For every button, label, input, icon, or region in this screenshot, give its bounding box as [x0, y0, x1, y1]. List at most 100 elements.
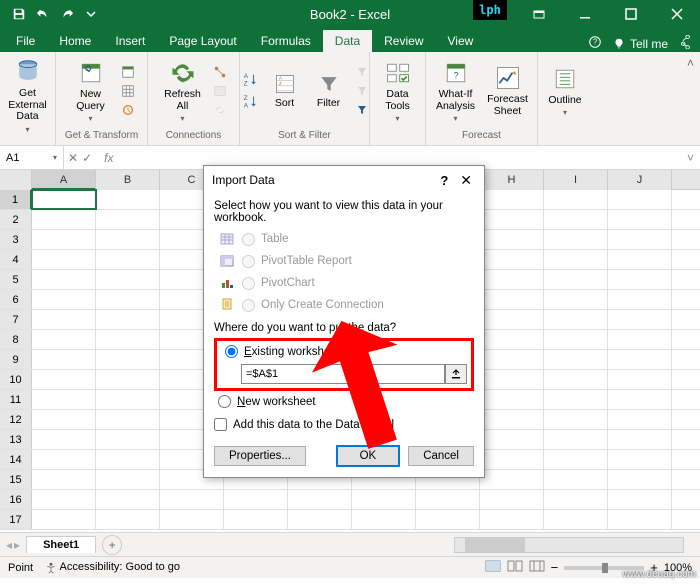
enter-formula-icon[interactable]: ✓ — [82, 151, 92, 165]
cell[interactable] — [96, 490, 160, 509]
cell[interactable] — [608, 210, 672, 229]
row-header[interactable]: 2 — [0, 210, 32, 229]
cell[interactable] — [480, 510, 544, 529]
tab-file[interactable]: File — [4, 30, 47, 52]
cell[interactable] — [544, 250, 608, 269]
cell[interactable] — [608, 410, 672, 429]
row-header[interactable]: 1 — [0, 190, 32, 209]
redo-icon[interactable] — [56, 3, 78, 25]
cell[interactable] — [480, 230, 544, 249]
cell[interactable] — [32, 430, 96, 449]
row-header[interactable]: 10 — [0, 370, 32, 389]
clear-filter-icon[interactable] — [353, 63, 371, 81]
cancel-button[interactable]: Cancel — [408, 446, 474, 466]
cell[interactable] — [96, 270, 160, 289]
row-header[interactable]: 11 — [0, 390, 32, 409]
zoom-out-button[interactable]: − — [551, 560, 559, 575]
cell[interactable] — [608, 350, 672, 369]
cell[interactable] — [96, 250, 160, 269]
cell[interactable] — [480, 490, 544, 509]
row-header[interactable]: 8 — [0, 330, 32, 349]
new-query-button[interactable]: New Query ▾ — [67, 55, 115, 127]
reference-input[interactable] — [241, 364, 445, 384]
radio-existing-worksheet[interactable] — [225, 345, 238, 358]
cell[interactable] — [544, 370, 608, 389]
row-header[interactable]: 12 — [0, 410, 32, 429]
expand-formula-icon[interactable]: ˅ — [681, 151, 700, 165]
get-external-data-button[interactable]: Get External Data ▾ — [4, 54, 52, 138]
minimize-icon[interactable] — [562, 0, 608, 28]
column-header[interactable]: I — [544, 170, 608, 190]
cell[interactable] — [96, 290, 160, 309]
view-page-break-icon[interactable] — [529, 560, 545, 575]
cell[interactable] — [608, 430, 672, 449]
cell[interactable] — [96, 330, 160, 349]
collapse-ribbon-icon[interactable]: ˄ — [687, 56, 694, 70]
filter-button[interactable]: Filter — [309, 68, 349, 114]
row-header[interactable]: 14 — [0, 450, 32, 469]
maximize-icon[interactable] — [608, 0, 654, 28]
sheet-nav-prev-icon[interactable]: ◂ — [6, 538, 12, 552]
cell[interactable] — [480, 450, 544, 469]
name-box[interactable]: A1 ▾ — [0, 146, 64, 169]
row-header[interactable]: 6 — [0, 290, 32, 309]
row-header[interactable]: 16 — [0, 490, 32, 509]
row-header[interactable]: 3 — [0, 230, 32, 249]
cell[interactable] — [32, 330, 96, 349]
cell[interactable] — [544, 230, 608, 249]
cell[interactable] — [480, 310, 544, 329]
forecast-sheet-button[interactable]: Forecast Sheet — [484, 60, 532, 121]
cell[interactable] — [96, 190, 160, 209]
cell[interactable] — [608, 330, 672, 349]
cell[interactable] — [32, 370, 96, 389]
dialog-close-icon[interactable]: ✕ — [456, 172, 476, 189]
cell[interactable] — [416, 510, 480, 529]
cell[interactable] — [32, 250, 96, 269]
ribbon-display-icon[interactable] — [516, 0, 562, 28]
cell[interactable] — [608, 450, 672, 469]
cell[interactable] — [480, 270, 544, 289]
cell[interactable] — [416, 490, 480, 509]
cell[interactable] — [544, 510, 608, 529]
select-all-triangle[interactable] — [0, 170, 32, 190]
show-queries-icon[interactable] — [119, 63, 137, 81]
cell[interactable] — [96, 470, 160, 489]
cell[interactable] — [288, 490, 352, 509]
column-header[interactable]: A — [32, 170, 96, 190]
cell[interactable] — [608, 190, 672, 209]
undo-icon[interactable] — [32, 3, 54, 25]
save-icon[interactable] — [8, 3, 30, 25]
cell[interactable] — [480, 410, 544, 429]
fx-icon[interactable]: fx — [96, 151, 121, 165]
column-header[interactable]: B — [96, 170, 160, 190]
row-header[interactable]: 9 — [0, 350, 32, 369]
range-selector-button[interactable] — [445, 364, 467, 384]
column-header[interactable]: J — [608, 170, 672, 190]
cell[interactable] — [96, 230, 160, 249]
qat-customize-icon[interactable] — [80, 3, 102, 25]
row-header[interactable]: 17 — [0, 510, 32, 529]
reapply-icon[interactable] — [353, 82, 371, 100]
cell[interactable] — [32, 210, 96, 229]
dialog-help-icon[interactable]: ? — [432, 173, 456, 188]
connections-icon[interactable] — [211, 63, 229, 81]
cell[interactable] — [96, 450, 160, 469]
row-header[interactable]: 13 — [0, 430, 32, 449]
cell[interactable] — [544, 290, 608, 309]
cancel-formula-icon[interactable]: ✕ — [68, 151, 78, 165]
accessibility-status[interactable]: Accessibility: Good to go — [45, 561, 180, 573]
share-icon[interactable] — [678, 35, 692, 52]
from-table-icon[interactable] — [119, 82, 137, 100]
tab-insert[interactable]: Insert — [103, 30, 157, 52]
cell[interactable] — [32, 490, 96, 509]
advanced-filter-icon[interactable] — [353, 101, 371, 119]
cell[interactable] — [480, 390, 544, 409]
cell[interactable] — [96, 350, 160, 369]
cell[interactable] — [544, 390, 608, 409]
cell[interactable] — [544, 330, 608, 349]
edit-links-icon[interactable] — [211, 101, 229, 119]
cell[interactable] — [544, 490, 608, 509]
sort-button[interactable]: AZ Sort — [265, 68, 305, 114]
cell[interactable] — [544, 190, 608, 209]
sort-desc-icon[interactable]: ZA — [239, 91, 261, 113]
